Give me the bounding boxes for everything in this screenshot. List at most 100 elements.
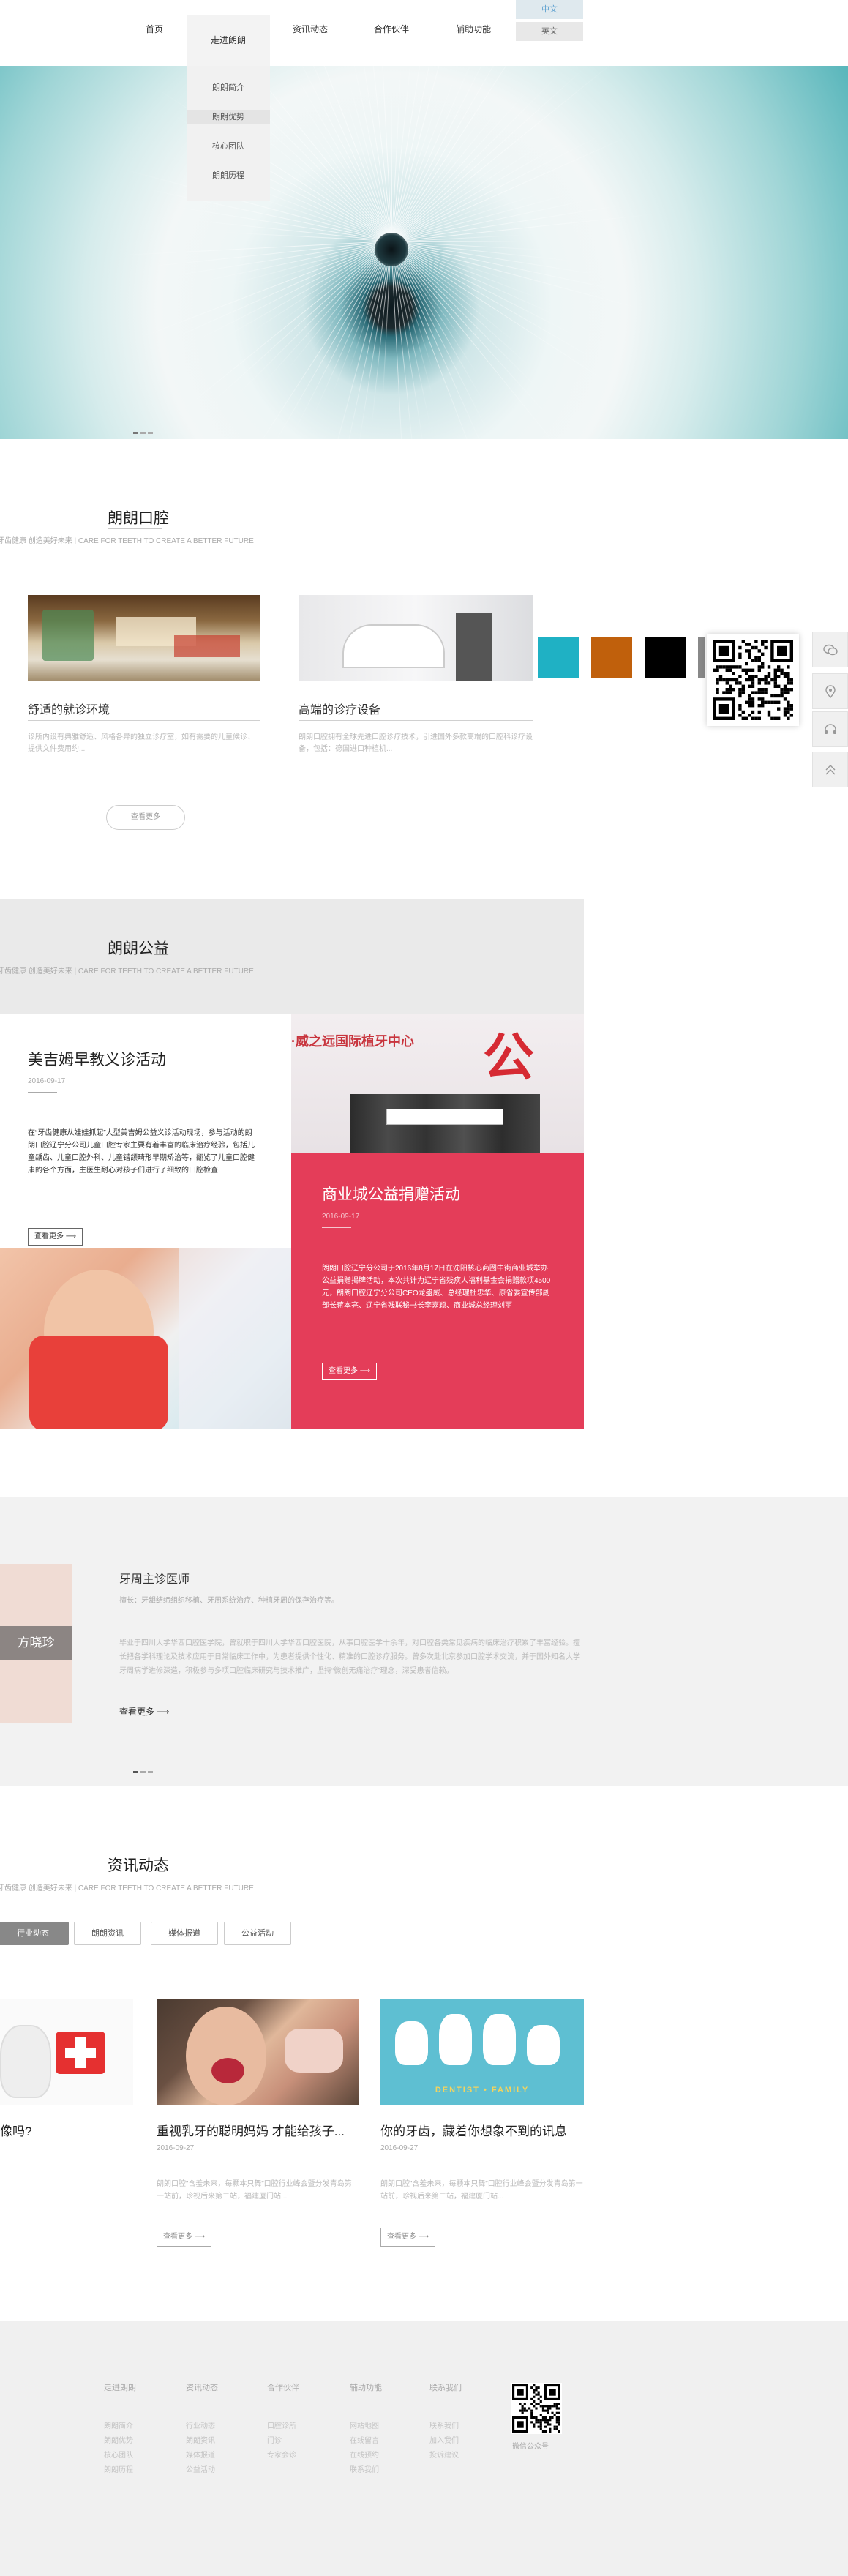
charity-right-desc: 朗朗口腔辽宁分公司于2016年8月17日在沈阳核心商圈中街商业城举办公益捐赠揭牌… (322, 1265, 551, 1310)
location-pin-icon (825, 685, 836, 699)
nav-tools[interactable]: 辅助功能 (454, 22, 492, 37)
news-date-3: 2016-09-27 (380, 2144, 419, 2152)
qr-code-icon (512, 2384, 560, 2433)
phone-tool-button[interactable] (812, 711, 848, 747)
charity-right-divider (322, 1227, 351, 1228)
slider-dot[interactable] (133, 432, 138, 434)
charity-right-more-button[interactable]: 查看更多 ⟶ (322, 1363, 378, 1380)
footer-link[interactable]: 口腔诊所 (267, 2419, 296, 2430)
footer-link[interactable]: 朗朗资讯 (186, 2434, 215, 2445)
footer-link[interactable]: 核心团队 (104, 2449, 133, 2460)
news-title-3[interactable]: 你的牙齿，藏着你想象不到的讯息 (380, 2121, 567, 2139)
news-section-subtitle: 牙齿健康 创造美好未来 | CARE FOR TEETH TO CREATE A… (0, 1884, 254, 1892)
charity-left-desc: 在“牙齿健康从娃娃抓起”大型美吉姆公益义诊活动现场，参与活动的朗朗口腔辽宁分公司… (28, 1129, 255, 1175)
dandelion-seed-stroke (391, 132, 635, 242)
footer-link[interactable]: 专家会诊 (267, 2449, 296, 2460)
qr-code-icon (713, 640, 793, 720)
charity-section-title: 朗朗公益 (108, 940, 169, 957)
footer-link[interactable]: 在线预约 (350, 2449, 379, 2460)
tab-industry-news[interactable]: 行业动态 (0, 1922, 69, 1945)
slider-dot[interactable] (148, 1771, 153, 1773)
location-tool-button[interactable] (812, 673, 848, 709)
footer-link[interactable]: 联系我们 (429, 2419, 459, 2430)
news-more-label: 查看更多 (387, 2233, 416, 2241)
news-image-tooth-family[interactable]: DENTIST • FAMILY (380, 1999, 584, 2105)
charity-left-more-button[interactable]: 查看更多 ⟶ (28, 1228, 83, 1246)
family-caption: DENTIST • FAMILY (435, 2086, 530, 2094)
doctor-description: 毕业于四川大学华西口腔医学院，曾就职于四川大学华西口腔医院，从事口腔医学十余年，… (119, 1639, 580, 1675)
news-section-title: 资讯动态 (108, 1857, 169, 1874)
lang-english[interactable]: 英文 (516, 22, 583, 41)
charity-right-title[interactable]: 商业城公益捐赠活动 (322, 1183, 460, 1205)
dropdown-item-history[interactable]: 朗朗历程 (187, 168, 270, 183)
doctor-more-link[interactable]: 查看更多 ⟶ (119, 1705, 170, 1718)
card-divider (28, 720, 260, 721)
slider-dot[interactable] (148, 432, 153, 434)
slider-dot[interactable] (133, 1771, 138, 1773)
back-to-top-button[interactable] (812, 752, 848, 787)
nav-home[interactable]: 首页 (143, 22, 165, 37)
dropdown-item-team[interactable]: 核心团队 (187, 139, 270, 154)
clinic-environment-image[interactable] (28, 595, 260, 681)
charity-left-title[interactable]: 美吉姆早教义诊活动 (28, 1048, 166, 1070)
footer-link[interactable]: 公益活动 (186, 2463, 215, 2474)
news-title-1[interactable]: 像吗? (0, 2121, 31, 2139)
dental-check-photo[interactable] (0, 1248, 291, 1429)
nav-news[interactable]: 资讯动态 (291, 22, 329, 37)
doctor-slider-dots[interactable] (133, 1764, 155, 1777)
slider-dot[interactable] (140, 432, 146, 434)
tab-company-news[interactable]: 朗朗资讯 (74, 1922, 141, 1945)
tab-media[interactable]: 媒体报道 (151, 1922, 218, 1945)
news-image-tooth-aid[interactable] (0, 1999, 133, 2105)
doctor-name-tag: 方晓珍 (0, 1626, 72, 1660)
footer-link[interactable]: 朗朗简介 (104, 2419, 133, 2430)
footer-column-heading[interactable]: 资讯动态 (186, 2381, 218, 2393)
clinic-card-title-environment[interactable]: 舒适的就诊环境 (28, 700, 110, 717)
nav-about[interactable]: 走进朗朗 (187, 15, 270, 66)
dropdown-item-advantage[interactable]: 朗朗优势 (187, 110, 270, 124)
footer-column-heading[interactable]: 联系我们 (429, 2381, 462, 2393)
footer-column-heading[interactable]: 走进朗朗 (104, 2381, 136, 2393)
footer-link[interactable]: 网站地图 (350, 2419, 379, 2430)
news-image-child[interactable] (157, 1999, 359, 2105)
clinic-equipment-image[interactable] (299, 595, 533, 681)
color-swatch-teal[interactable] (538, 637, 579, 678)
footer-column-heading[interactable]: 辅助功能 (350, 2381, 382, 2393)
news-desc-3: 朗朗口腔”含羞未来，每颗本只舞”口腔行业峰会暨分发青岛第一站前，珍视后来第二站，… (380, 2180, 583, 2201)
doctor-title: 牙周主诊医师 (119, 1573, 190, 1586)
footer-link[interactable]: 媒体报道 (186, 2449, 215, 2460)
footer-link[interactable]: 联系我们 (350, 2463, 379, 2474)
doctor-more-label: 查看更多 (119, 1707, 155, 1717)
footer-link[interactable]: 行业动态 (186, 2419, 215, 2430)
news-title-2[interactable]: 重视乳牙的聪明妈妈 才能给孩子... (157, 2121, 345, 2139)
footer-link[interactable]: 加入我们 (429, 2434, 459, 2445)
footer-link[interactable]: 在线留言 (350, 2434, 379, 2445)
slider-dot[interactable] (140, 1771, 146, 1773)
color-swatch-gray[interactable] (698, 637, 705, 678)
charity-banner-photo[interactable]: ·威之远国际植牙中心 公益 (291, 1014, 584, 1153)
footer-column-heading[interactable]: 合作伙伴 (267, 2381, 299, 2393)
dandelion-seed-stroke (290, 241, 391, 439)
charity-left-divider (28, 1092, 57, 1093)
clinic-card-desc-environment: 诊所内设有典雅舒适、风格各异的独立诊疗室，如有需要的儿童候诊、提供文件费用约..… (28, 733, 255, 753)
news-more-button-2[interactable]: 查看更多 ⟶ (157, 2228, 212, 2247)
wechat-icon (823, 644, 838, 656)
lang-chinese[interactable]: 中文 (516, 0, 583, 19)
nav-partners[interactable]: 合作伙伴 (372, 22, 410, 37)
clinic-card-title-equipment[interactable]: 高端的诊疗设备 (299, 700, 380, 717)
dropdown-item-intro[interactable]: 朗朗简介 (187, 80, 270, 95)
footer-link[interactable]: 投诉建议 (429, 2449, 459, 2460)
dandelion-seed-stroke (391, 132, 605, 242)
footer-link[interactable]: 门诊 (267, 2434, 282, 2445)
footer-link[interactable]: 朗朗优势 (104, 2434, 133, 2445)
hero-slider-dots[interactable] (133, 424, 155, 438)
news-more-button-3[interactable]: 查看更多 ⟶ (380, 2228, 436, 2247)
clinic-more-button[interactable]: 查看更多 (106, 805, 185, 830)
color-swatch-black[interactable] (645, 637, 686, 678)
footer-link[interactable]: 朗朗历程 (104, 2463, 133, 2474)
qr-code-popup (707, 634, 799, 726)
tab-charity[interactable]: 公益活动 (224, 1922, 291, 1945)
wechat-tool-button[interactable] (812, 632, 848, 667)
color-swatch-orange[interactable] (591, 637, 632, 678)
news-desc-2: 朗朗口腔”含羞未来，每颗本只舞”口腔行业峰会暨分发青岛第一站前，珍视后来第二站，… (157, 2180, 352, 2201)
